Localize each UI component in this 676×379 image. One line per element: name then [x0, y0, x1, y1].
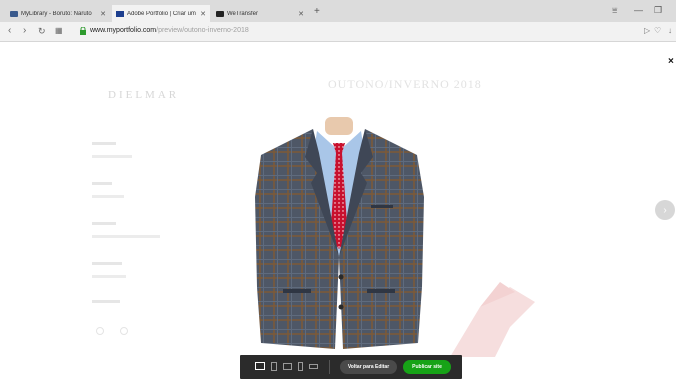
new-tab-icon[interactable]: +: [314, 6, 320, 17]
tablet-portrait-icon[interactable]: [271, 362, 277, 371]
social-icon: [96, 327, 104, 335]
send-icon[interactable]: ▷: [644, 26, 650, 35]
tablet-landscape-icon[interactable]: [283, 363, 292, 370]
sidebar-placeholder-lines: [92, 142, 132, 158]
url-domain: www.myportfolio.com: [90, 27, 157, 34]
wetransfer-favicon-icon: [216, 10, 224, 17]
sidebar-placeholder-lines: [92, 182, 124, 198]
sidebar-placeholder-lines: [92, 222, 160, 238]
minimize-icon[interactable]: —: [634, 5, 643, 15]
sidebar-placeholder-lines: [92, 262, 126, 278]
next-image-button[interactable]: ›: [655, 200, 675, 220]
sidebar-placeholder-lines: [92, 300, 120, 303]
close-lightbox-icon[interactable]: ×: [668, 56, 674, 67]
tab-label: WeTransfer: [227, 10, 259, 17]
preview-toolbar: Voltar para Editar Publicar site: [240, 355, 462, 379]
tab-close-icon[interactable]: ✕: [200, 10, 206, 18]
portfolio-preview-page: DIELMAR OUTONO/INVERNO 2018 × › Voltar p…: [0, 42, 676, 379]
browser-tab-mylibrary[interactable]: MyLibrary - Boruto: Naruto ✕: [6, 5, 110, 22]
adobe-portfolio-favicon-icon: [116, 10, 124, 17]
chevron-right-icon: ›: [663, 204, 667, 216]
menu-icon[interactable]: ⩸: [612, 5, 617, 16]
site-brand: DIELMAR: [108, 89, 180, 101]
social-icon: [120, 327, 128, 335]
publish-site-button[interactable]: Publicar site: [403, 360, 451, 374]
tab-label: MyLibrary - Boruto: Naruto: [21, 10, 92, 17]
tab-close-icon[interactable]: ✕: [298, 10, 304, 18]
toolbar-divider: [329, 360, 330, 374]
desktop-view-icon[interactable]: [255, 362, 265, 370]
heart-icon[interactable]: ♡: [654, 26, 661, 35]
phone-portrait-icon[interactable]: [298, 362, 303, 371]
forward-icon[interactable]: ›: [23, 25, 26, 36]
sidebar-block: [92, 142, 152, 164]
sidebar-block: [92, 262, 152, 284]
sidebar-block: [92, 300, 132, 308]
phone-landscape-icon[interactable]: [309, 364, 318, 369]
browser-tab-bar: MyLibrary - Boruto: Naruto ✕ Adobe Portf…: [0, 0, 676, 22]
sidebar-block: [92, 182, 152, 204]
download-icon[interactable]: ↓: [668, 26, 672, 35]
reload-icon[interactable]: ↻: [38, 26, 46, 37]
lock-icon: [80, 27, 86, 35]
url-field[interactable]: www.myportfolio.com/preview/outono-inver…: [90, 27, 249, 34]
jacket-product-image: [255, 117, 424, 349]
mylibrary-favicon-icon: [10, 10, 18, 17]
restore-icon[interactable]: ❐: [654, 5, 662, 16]
tab-close-icon[interactable]: ✕: [100, 10, 106, 18]
tab-label: Adobe Portfolio | Criar um: [127, 10, 196, 17]
url-path: /preview/outono-inverno-2018: [156, 27, 249, 34]
gallery-title: OUTONO/INVERNO 2018: [328, 77, 482, 91]
browser-tab-adobe-portfolio[interactable]: Adobe Portfolio | Criar um ✕: [112, 5, 210, 22]
background-tie-image: [450, 282, 535, 357]
sidebar-block: [92, 222, 172, 244]
back-icon[interactable]: ‹: [8, 25, 11, 36]
back-to-editor-button[interactable]: Voltar para Editar: [340, 360, 397, 374]
browser-address-bar: ‹ › ↻ ▦ www.myportfolio.com/preview/outo…: [0, 22, 676, 42]
browser-tab-wetransfer[interactable]: WeTransfer ✕: [212, 5, 308, 22]
grid-icon[interactable]: ▦: [55, 26, 63, 35]
